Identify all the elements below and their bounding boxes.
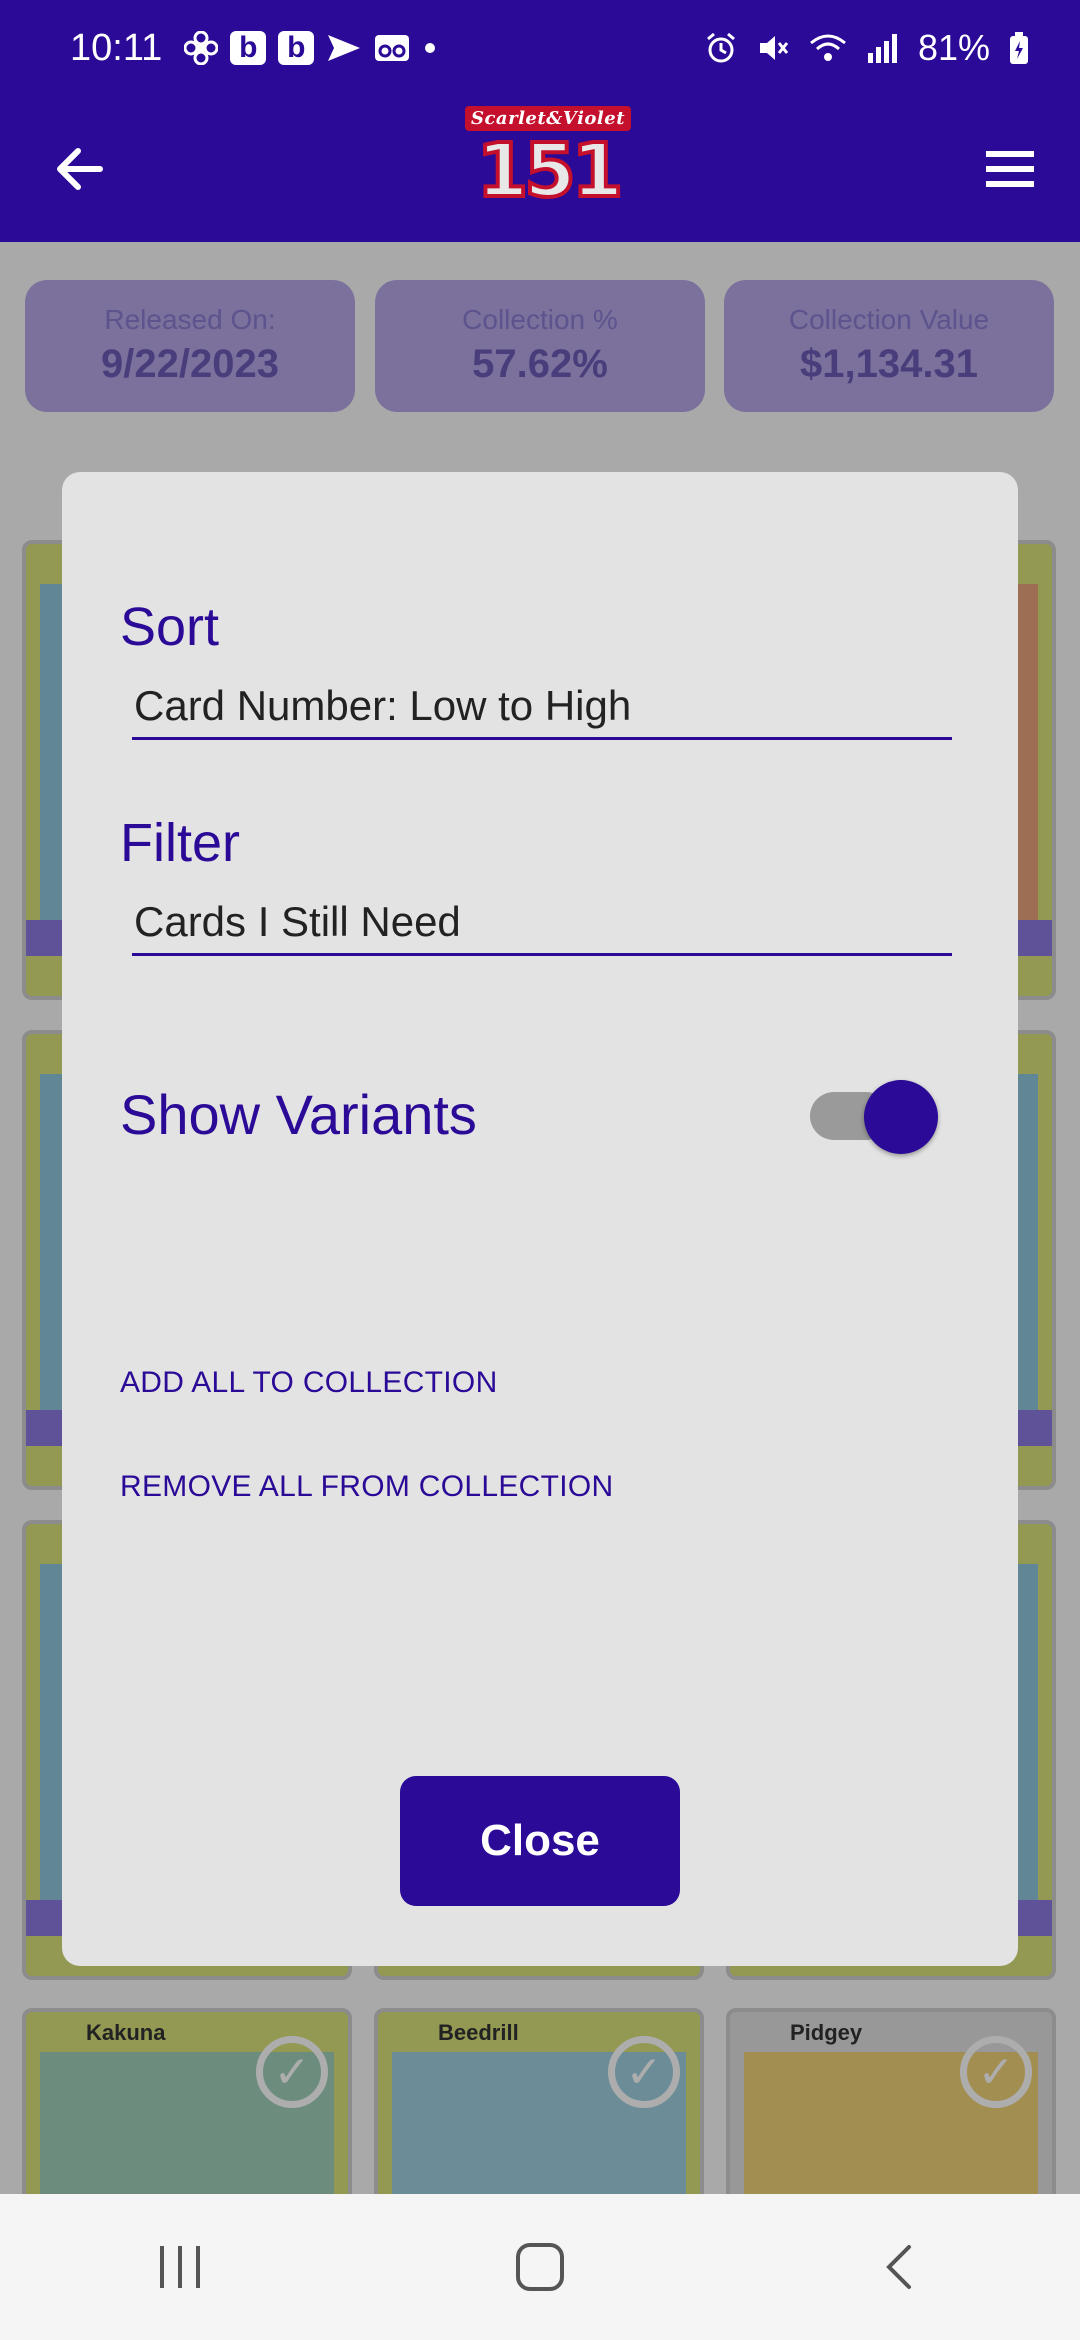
mute-icon: [759, 36, 789, 60]
recent-apps-icon: [160, 2246, 200, 2288]
add-all-to-collection-button[interactable]: ADD ALL TO COLLECTION: [120, 1366, 498, 1400]
voicemail-icon: [375, 35, 410, 61]
filter-title: Filter: [120, 813, 240, 873]
logo-number: 151: [475, 128, 625, 214]
status-bar: 10:11 b b 81%: [0, 0, 1080, 96]
recent-apps-button[interactable]: [120, 2227, 240, 2307]
signal-icon: [867, 34, 897, 63]
battery-percent: 81%: [917, 27, 990, 68]
sort-select[interactable]: Card Number: Low to High: [132, 674, 952, 740]
b-icon: b: [230, 31, 267, 65]
remove-all-from-collection-button[interactable]: REMOVE ALL FROM COLLECTION: [120, 1470, 613, 1504]
sort-filter-dialog: Sort Card Number: Low to High Filter Car…: [62, 472, 1018, 1966]
home-button[interactable]: [480, 2227, 600, 2307]
filter-select[interactable]: Cards I Still Need: [132, 890, 952, 956]
system-icons: 81%: [704, 27, 1030, 69]
sort-title: Sort: [120, 597, 220, 657]
show-variants-label: Show Variants: [120, 1083, 477, 1146]
system-nav-bar: [0, 2194, 1080, 2340]
close-button[interactable]: Close: [400, 1776, 680, 1906]
back-button[interactable]: [840, 2227, 960, 2307]
send-icon: [328, 35, 361, 61]
home-icon: [516, 2243, 564, 2291]
alarm-icon: [706, 32, 735, 63]
dot-icon: [425, 43, 436, 53]
status-time: 10:11: [70, 26, 163, 69]
fan-icon: [184, 31, 219, 65]
b-icon: b: [278, 31, 315, 65]
notification-icons: b b: [184, 31, 438, 65]
battery-icon: [1010, 32, 1028, 64]
back-arrow-icon[interactable]: [50, 139, 110, 199]
back-chevron-icon: [886, 2245, 911, 2289]
wifi-icon: [809, 34, 846, 61]
hamburger-menu-icon[interactable]: [980, 139, 1040, 199]
app-bar: Scarlet&Violet 151: [0, 96, 1080, 242]
set-logo: Scarlet&Violet 151: [464, 106, 632, 222]
toggle-thumb[interactable]: [864, 1080, 938, 1154]
